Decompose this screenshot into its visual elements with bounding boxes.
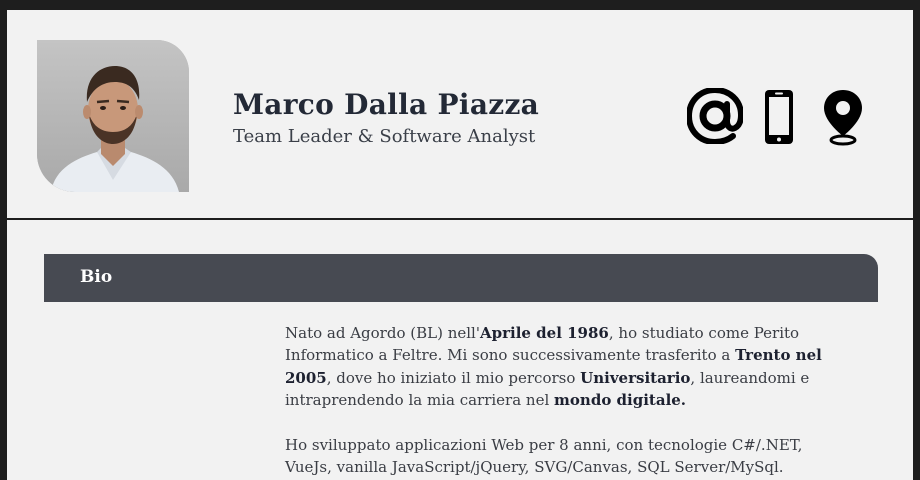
at-icon[interactable] — [687, 88, 743, 144]
page: Marco Dalla Piazza Team Leader & Softwar… — [7, 10, 913, 480]
bio-text-run: Nato ad Agordo (BL) nell' — [285, 324, 480, 342]
profile-header: Marco Dalla Piazza Team Leader & Softwar… — [7, 10, 913, 220]
bio-paragraph: Nato ad Agordo (BL) nell'Aprile del 1986… — [285, 322, 845, 412]
profile-photo — [37, 40, 189, 192]
section-header-bio: Bio — [44, 254, 878, 302]
bio-text-run: Ho sviluppato applicazioni Web per 8 ann… — [285, 435, 803, 477]
bio-highlight: Aprile del 1986 — [479, 324, 609, 342]
profile-name: Marco Dalla Piazza — [233, 88, 540, 121]
section-title: Bio — [80, 267, 113, 287]
smartphone-icon[interactable] — [763, 88, 795, 146]
bio-paragraph: Ho sviluppato applicazioni Web per 8 ann… — [285, 434, 845, 479]
bio-text-run: , dove ho iniziato il mio percorso — [326, 368, 581, 387]
bio-highlight: Universitario — [580, 368, 691, 387]
location-pin-icon[interactable] — [821, 88, 865, 146]
bio-text: Nato ad Agordo (BL) nell'Aprile del 1986… — [285, 322, 845, 480]
profile-role: Team Leader & Software Analyst — [233, 126, 536, 147]
bio-highlight: mondo digitale. — [554, 391, 687, 410]
